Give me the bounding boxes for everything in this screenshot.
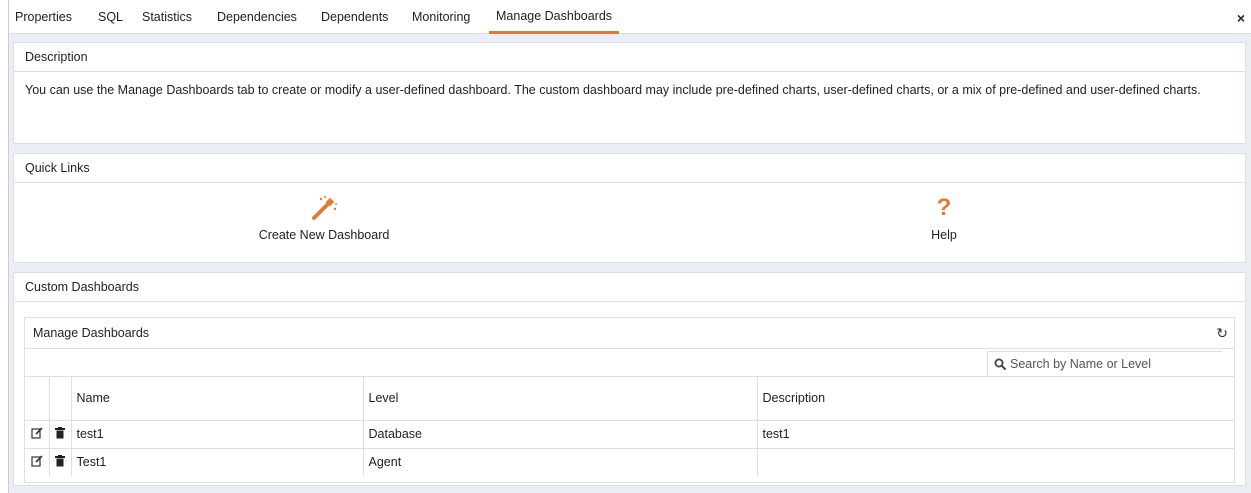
tab-manage-dashboards[interactable]: Manage Dashboards <box>489 0 620 34</box>
tab-statistics[interactable]: Statistics <box>142 0 192 34</box>
table-row[interactable]: test1 Database test1 <box>25 420 1234 449</box>
search-row <box>25 349 1234 377</box>
table-header-row: Name Level Description <box>25 377 1234 421</box>
quick-links-heading: Quick Links <box>14 154 1245 183</box>
dashboard-panel-frame: Properties SQL Statistics Dependencies D… <box>8 0 1251 493</box>
trash-icon <box>55 454 65 467</box>
delete-column-header <box>49 377 72 421</box>
description-text: You can use the Manage Dashboards tab to… <box>25 83 1201 97</box>
create-new-dashboard-link[interactable]: Create New Dashboard <box>239 195 409 242</box>
close-icon[interactable]: × <box>1237 10 1245 26</box>
table-row[interactable]: Test1 Agent <box>25 448 1234 476</box>
column-header-level[interactable]: Level <box>363 377 758 421</box>
custom-dashboards-heading: Custom Dashboards <box>14 273 1245 302</box>
refresh-icon[interactable]: ↻ <box>1216 318 1228 349</box>
tab-bar: Properties SQL Statistics Dependencies D… <box>9 0 1251 34</box>
description-panel: Description You can use the Manage Dashb… <box>13 42 1246 144</box>
tab-monitoring[interactable]: Monitoring <box>412 0 470 34</box>
tab-properties[interactable]: Properties <box>15 0 72 34</box>
manage-dashboards-grid: Manage Dashboards ↻ Search by Name or Le… <box>24 317 1235 483</box>
edit-column-header <box>25 377 50 421</box>
custom-dashboards-panel: Custom Dashboards Manage Dashboards ↻ Se… <box>13 272 1246 486</box>
delete-row-button[interactable] <box>49 420 72 449</box>
magic-wand-icon <box>312 196 337 220</box>
cell-name: Test1 <box>71 448 364 476</box>
edit-icon <box>31 426 43 439</box>
question-mark-icon: ? <box>936 194 952 221</box>
description-heading: Description <box>14 43 1245 72</box>
edit-row-button[interactable] <box>25 420 50 449</box>
help-link[interactable]: ? Help <box>904 194 984 243</box>
trash-icon <box>55 426 65 438</box>
column-header-name[interactable]: Name <box>71 377 364 421</box>
cell-level: Database <box>363 420 758 449</box>
dashboards-table: Name Level Description test1 Database te… <box>25 377 1234 476</box>
edit-icon <box>31 455 43 467</box>
search-icon <box>994 358 1006 370</box>
help-label: Help <box>931 228 957 242</box>
create-new-dashboard-label: Create New Dashboard <box>258 228 390 242</box>
grid-header: Manage Dashboards ↻ <box>25 318 1234 349</box>
column-header-description[interactable]: Description <box>757 377 1234 421</box>
quick-links-panel: Quick Links Create New Dashboard ? Help <box>13 153 1246 263</box>
delete-row-button[interactable] <box>49 448 72 476</box>
cell-description <box>757 448 1234 476</box>
edit-row-button[interactable] <box>25 448 50 476</box>
search-input[interactable] <box>1010 356 1210 371</box>
search-box[interactable] <box>987 351 1222 375</box>
cell-level: Agent <box>363 448 758 476</box>
grid-title: Manage Dashboards <box>33 326 150 340</box>
tab-sql[interactable]: SQL <box>98 0 123 34</box>
tab-dependencies[interactable]: Dependencies <box>217 0 297 34</box>
cell-description: test1 <box>757 420 1234 449</box>
cell-name: test1 <box>71 420 364 449</box>
tab-dependents[interactable]: Dependents <box>321 0 388 34</box>
